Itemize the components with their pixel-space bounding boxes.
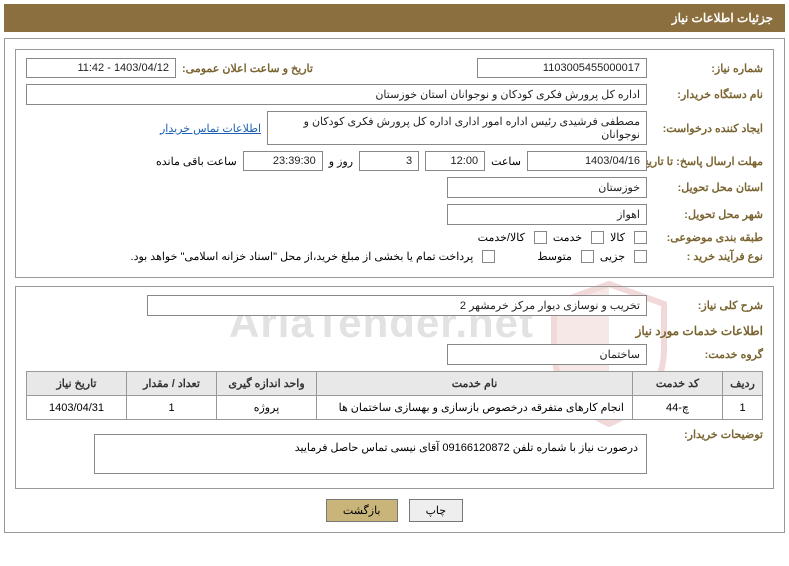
need-no-value: 1103005455000017 xyxy=(477,58,647,78)
announce-label: تاریخ و ساعت اعلان عمومی: xyxy=(182,62,313,75)
page-header: جزئیات اطلاعات نیاز xyxy=(4,4,785,32)
col-name: نام خدمت xyxy=(317,372,633,396)
proc-medium-label: متوسط xyxy=(537,250,572,263)
button-row: چاپ بازگشت xyxy=(15,499,774,522)
main-container: AriaTender.net شماره نیاز: 1103005455000… xyxy=(4,38,785,533)
group-value: ساختمان xyxy=(447,344,647,365)
table-header-row: ردیف کد خدمت نام خدمت واحد اندازه گیری ت… xyxy=(27,372,763,396)
cat-service-check xyxy=(591,231,604,244)
cat-goods-service-check xyxy=(534,231,547,244)
col-qty: تعداد / مقدار xyxy=(127,372,217,396)
time-label: ساعت xyxy=(491,155,521,168)
requester-label: ایجاد کننده درخواست: xyxy=(653,122,763,135)
cell-name: انجام کارهای متفرقه درخصوص بازسازی و بهس… xyxy=(317,396,633,420)
remaining-label: ساعت باقی مانده xyxy=(156,155,237,168)
deadline-label: مهلت ارسال پاسخ: تا تاریخ: xyxy=(653,155,763,168)
city-value: اهواز xyxy=(447,204,647,225)
overview-label: شرح کلی نیاز: xyxy=(653,299,763,312)
col-unit: واحد اندازه گیری xyxy=(217,372,317,396)
proc-label: نوع فرآیند خرید : xyxy=(653,250,763,263)
cat-goods-service-label: کالا/خدمت xyxy=(478,231,525,244)
print-button[interactable]: چاپ xyxy=(409,499,464,522)
buyer-note-label: توضیحات خریدار: xyxy=(653,428,763,441)
cat-service-label: خدمت xyxy=(553,231,582,244)
province-value: خوزستان xyxy=(447,177,647,198)
payment-check xyxy=(482,250,495,263)
days-value: 3 xyxy=(359,151,419,171)
services-table: ردیف کد خدمت نام خدمت واحد اندازه گیری ت… xyxy=(26,371,763,420)
category-label: طبقه بندی موضوعی: xyxy=(653,231,763,244)
province-label: استان محل تحویل: xyxy=(653,181,763,194)
need-info-section: شماره نیاز: 1103005455000017 تاریخ و ساع… xyxy=(15,49,774,278)
buyer-value: اداره کل پرورش فکری کودکان و نوجوانان اس… xyxy=(26,84,647,105)
cell-row: 1 xyxy=(723,396,763,420)
overview-value: تخریب و نوسازی دیوار مرکز خرمشهر 2 xyxy=(147,295,647,316)
back-button[interactable]: بازگشت xyxy=(326,499,398,522)
cell-qty: 1 xyxy=(127,396,217,420)
page-title: جزئیات اطلاعات نیاز xyxy=(672,11,773,25)
need-no-label: شماره نیاز: xyxy=(653,62,763,75)
deadline-date: 1403/04/16 xyxy=(527,151,647,171)
cat-goods-check xyxy=(634,231,647,244)
deadline-time: 12:00 xyxy=(425,151,485,171)
table-row: 1 چ-44 انجام کارهای متفرقه درخصوص بازساز… xyxy=(27,396,763,420)
contact-link[interactable]: اطلاعات تماس خریدار xyxy=(160,122,261,135)
col-date: تاریخ نیاز xyxy=(27,372,127,396)
cell-unit: پروژه xyxy=(217,396,317,420)
cat-goods-label: کالا xyxy=(610,231,625,244)
proc-partial-label: جزیی xyxy=(600,250,625,263)
services-title: اطلاعات خدمات مورد نیاز xyxy=(636,324,763,338)
cell-date: 1403/04/31 xyxy=(27,396,127,420)
proc-medium-check xyxy=(581,250,594,263)
days-label: روز و xyxy=(329,155,353,168)
announce-value: 1403/04/12 - 11:42 xyxy=(26,58,176,78)
buyer-label: نام دستگاه خریدار: xyxy=(653,88,763,101)
group-label: گروه خدمت: xyxy=(653,348,763,361)
cell-code: چ-44 xyxy=(633,396,723,420)
remaining-time: 23:39:30 xyxy=(243,151,323,171)
service-detail-section: شرح کلی نیاز: تخریب و نوسازی دیوار مرکز … xyxy=(15,286,774,489)
city-label: شهر محل تحویل: xyxy=(653,208,763,221)
buyer-note-box: درصورت نیاز با شماره تلفن 09166120872 آق… xyxy=(94,434,647,474)
payment-note: پرداخت تمام یا بخشی از مبلغ خرید،از محل … xyxy=(131,250,474,263)
col-row: ردیف xyxy=(723,372,763,396)
proc-partial-check xyxy=(634,250,647,263)
requester-value: مصطفی فرشیدی رئیس اداره امور اداری اداره… xyxy=(267,111,647,145)
col-code: کد خدمت xyxy=(633,372,723,396)
